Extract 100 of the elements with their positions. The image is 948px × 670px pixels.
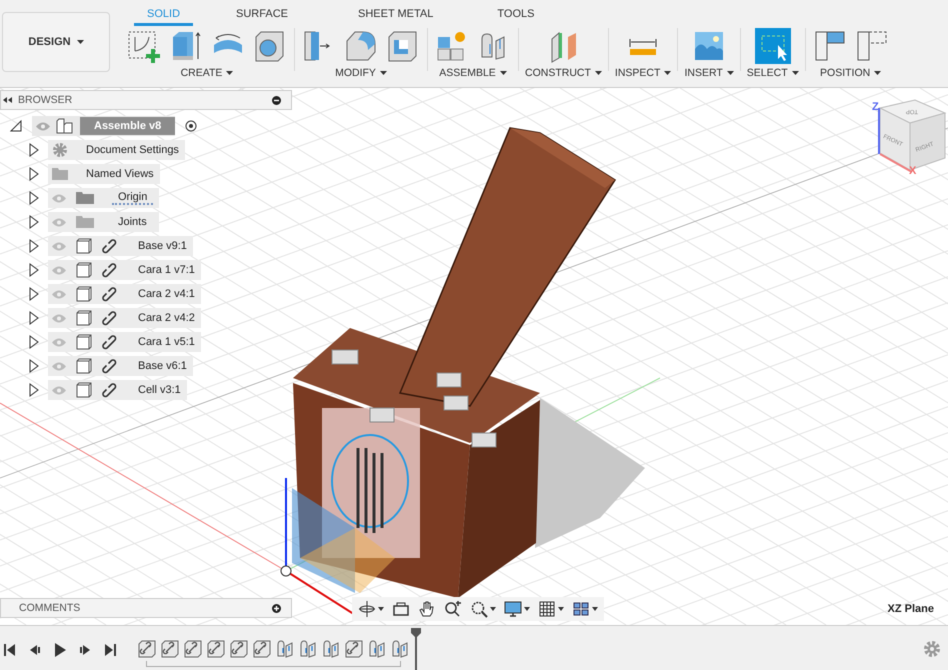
cube-icon	[76, 310, 92, 326]
collapsed-triangle-icon[interactable]	[28, 383, 40, 397]
tree-item[interactable]: Cara 2 v4:2	[48, 308, 201, 328]
skip-to-start-icon[interactable]	[4, 643, 16, 657]
cube-icon	[76, 358, 92, 374]
panel-title: BROWSER	[18, 94, 74, 106]
tree-item-label: Base v9:1	[138, 240, 187, 252]
cube-icon	[76, 238, 92, 254]
tree-item[interactable]: Cara 1 v7:1	[48, 260, 201, 280]
timeline-joint-icon[interactable]	[276, 640, 294, 658]
timeline-marker[interactable]	[411, 628, 421, 670]
collapsed-triangle-icon[interactable]	[28, 263, 40, 277]
minus-circle-icon[interactable]	[272, 96, 281, 104]
look-at-icon	[392, 600, 410, 618]
timeline-component-icon[interactable]	[230, 640, 248, 658]
fillet-cube-icon	[344, 29, 378, 63]
axis-label: Z	[872, 101, 879, 113]
orbit-icon	[358, 600, 376, 618]
tree-item[interactable]: Document Settings	[48, 140, 185, 160]
caret-icon	[726, 71, 734, 75]
timeline-component-icon[interactable]	[161, 640, 179, 658]
caret-icon	[664, 71, 672, 75]
collapsed-triangle-icon[interactable]	[28, 359, 40, 373]
timeline-component-icon[interactable]	[207, 640, 225, 658]
step-back-icon[interactable]	[29, 643, 41, 657]
tree-item-label: Named Views	[86, 168, 154, 180]
tree-item[interactable]: Origin	[48, 188, 160, 208]
zoom-fit-icon	[470, 600, 488, 618]
tree-item[interactable]: Named Views	[48, 164, 160, 184]
tree-item[interactable]: Cell v3:1	[48, 380, 187, 400]
view-cube[interactable]	[878, 99, 946, 173]
tool-group-menu-button[interactable]: INSERT	[684, 67, 734, 79]
ribbon-tab[interactable]: SHEET METAL	[344, 0, 446, 26]
timeline-component-icon[interactable]	[253, 640, 271, 658]
active-plane-label: XZ Plane	[888, 603, 934, 615]
link-icon	[102, 286, 118, 302]
skip-to-end-icon[interactable]	[104, 643, 116, 657]
caret-icon	[378, 607, 384, 611]
link-icon	[102, 238, 118, 254]
tree-item-label: Cara 2 v4:1	[138, 288, 195, 300]
collapsed-triangle-icon[interactable]	[28, 239, 40, 253]
cube-icon	[76, 262, 92, 278]
timeline-component-icon[interactable]	[184, 640, 202, 658]
timeline-component-icon[interactable]	[345, 640, 363, 658]
tree-item[interactable]: Cara 2 v4:1	[48, 284, 201, 304]
folder-icon	[52, 168, 68, 180]
tree-item-label: Document Settings	[86, 144, 179, 156]
collapse-icon[interactable]	[3, 97, 12, 103]
collapsed-triangle-icon[interactable]	[28, 143, 40, 157]
tree-item[interactable]: Cara 1 v5:1	[48, 332, 201, 352]
revert-position-icon	[854, 29, 889, 63]
radio-target-icon[interactable]	[185, 120, 198, 132]
tool-group-menu-button[interactable]: ASSEMBLE	[439, 67, 507, 79]
folder-icon	[76, 192, 94, 204]
step-forward-icon[interactable]	[79, 643, 91, 657]
timeline-joint-icon[interactable]	[368, 640, 386, 658]
timeline-component-icon[interactable]	[138, 640, 156, 658]
navigation-button[interactable]	[502, 599, 532, 619]
ribbon-tab[interactable]: SURFACE	[223, 0, 301, 26]
tool-group-menu-button[interactable]: CREATE	[180, 67, 234, 79]
collapsed-triangle-icon[interactable]	[28, 287, 40, 301]
timeline-joint-icon[interactable]	[391, 640, 409, 658]
tool-group-menu-button[interactable]: POSITION	[820, 67, 882, 79]
tree-item[interactable]: Base v9:1	[48, 236, 193, 256]
grid-icon	[538, 600, 556, 618]
ribbon-tab[interactable]: TOOLS	[484, 0, 548, 26]
tree-item-label: Joints	[117, 216, 148, 228]
collapsed-triangle-icon[interactable]	[28, 191, 40, 205]
collapsed-triangle-icon[interactable]	[28, 335, 40, 349]
collapsed-triangle-icon[interactable]	[28, 167, 40, 181]
caret-icon	[594, 71, 602, 75]
tree-item-label: Cara 2 v4:2	[138, 312, 195, 324]
collapsed-triangle-icon[interactable]	[28, 311, 40, 325]
tree-item-label: Assemble v8	[80, 117, 176, 135]
tool-group-menu-button[interactable]: SELECT	[746, 67, 799, 79]
link-icon	[102, 310, 118, 326]
caret-icon	[76, 40, 84, 44]
tool-group-menu-button[interactable]: MODIFY	[335, 67, 387, 79]
tool-group-menu-button[interactable]: INSPECT	[614, 67, 672, 79]
link-icon	[102, 382, 118, 398]
workspace-menu-button[interactable]: DESIGN	[2, 12, 110, 72]
expanded-triangle-icon[interactable]	[10, 120, 22, 132]
tree-item[interactable]: Base v6:1	[48, 356, 193, 376]
timeline-joint-icon[interactable]	[322, 640, 340, 658]
panel-title: COMMENTS	[18, 602, 82, 614]
link-icon	[102, 334, 118, 350]
caret-icon	[524, 607, 530, 611]
navigation-button[interactable]	[356, 599, 386, 619]
tool-group-menu-button[interactable]: CONSTRUCT	[525, 67, 602, 79]
caret-icon	[792, 71, 799, 75]
caret-icon	[874, 71, 882, 75]
timeline-joint-icon[interactable]	[299, 640, 317, 658]
play-icon[interactable]	[54, 643, 66, 657]
origin-point-icon	[280, 566, 292, 576]
tree-item[interactable]: Joints	[48, 212, 159, 232]
gear-icon	[52, 142, 68, 158]
collapsed-triangle-icon[interactable]	[28, 215, 40, 229]
tree-item-label: Cara 1 v5:1	[138, 336, 195, 348]
plus-circle-icon[interactable]	[272, 604, 281, 612]
caret-icon	[380, 71, 387, 75]
